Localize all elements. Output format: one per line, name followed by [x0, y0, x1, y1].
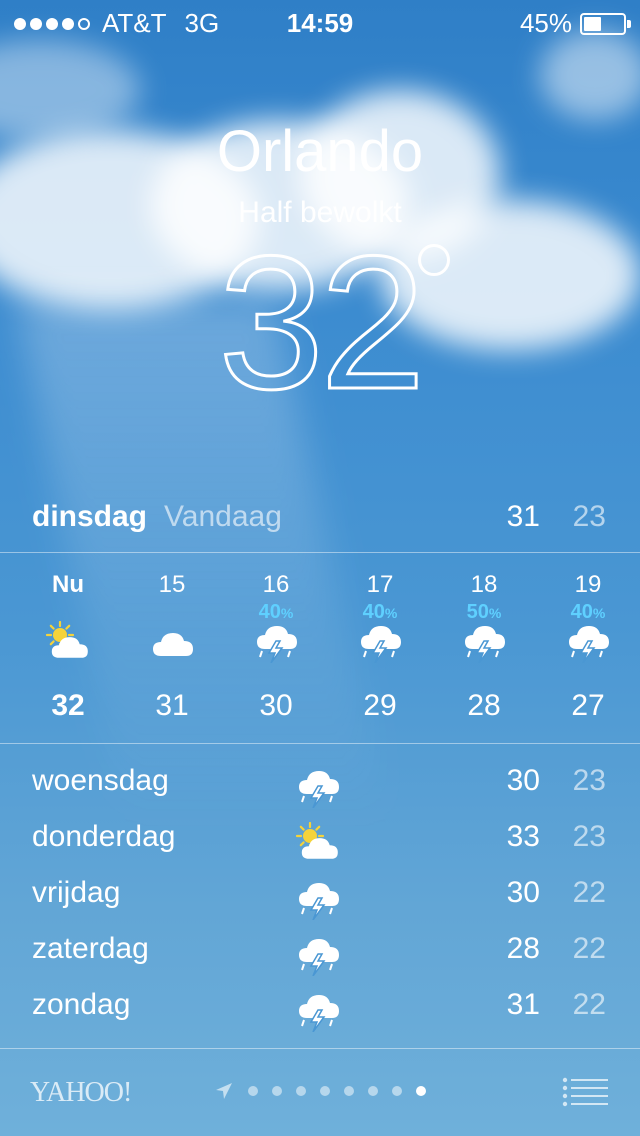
- thunderstorm-icon: [299, 883, 339, 921]
- hourly-temp: 32: [51, 689, 85, 722]
- today-summary: dinsdag Vandaag 31 23: [0, 496, 640, 552]
- page-indicator[interactable]: [214, 1081, 426, 1101]
- hourly-temp: 29: [363, 689, 397, 722]
- daily-row: zaterdag 28 22: [0, 922, 640, 978]
- hourly-time: 17: [366, 571, 394, 598]
- hourly-time: Nu: [52, 571, 84, 598]
- page-dot[interactable]: [344, 1086, 354, 1096]
- hourly-temp: 28: [467, 689, 501, 722]
- daily-row: woensdag 30 23: [0, 754, 640, 810]
- status-bar: AT&T 3G 14:59 45%: [0, 0, 640, 40]
- current-temperature: 32: [217, 217, 427, 429]
- hourly-time: 16: [262, 571, 290, 598]
- daily-row: vrijdag 30 22: [0, 866, 640, 922]
- today-label: Vandaag: [164, 500, 282, 533]
- daily-day: donderdag: [32, 820, 176, 853]
- list-icon[interactable]: [562, 1077, 608, 1107]
- sun-cloud-icon: [45, 620, 88, 658]
- daily-low: 23: [572, 764, 606, 797]
- page-dot[interactable]: [392, 1086, 402, 1096]
- daily-day: vrijdag: [32, 876, 121, 909]
- daily-high: 28: [506, 932, 540, 965]
- thunderstorm-icon: [465, 626, 505, 664]
- footer: YAHOO!: [0, 1049, 640, 1136]
- hourly-time: 15: [158, 571, 186, 598]
- page-dot[interactable]: [296, 1086, 306, 1096]
- daily-row: zondag 31 22: [0, 978, 640, 1034]
- daily-day: zaterdag: [32, 932, 149, 965]
- hourly-temp: 31: [155, 689, 189, 722]
- page-dot[interactable]: [368, 1086, 378, 1096]
- daily-high: 30: [506, 876, 540, 909]
- hourly-time: 19: [574, 571, 602, 598]
- hourly-temp: 27: [571, 689, 605, 722]
- daily-low: 22: [572, 932, 606, 965]
- page-dot[interactable]: [416, 1086, 426, 1096]
- daily-high: 31: [506, 988, 540, 1021]
- page-dot[interactable]: [248, 1086, 258, 1096]
- daily-day: zondag: [32, 988, 131, 1021]
- daily-high: 30: [506, 764, 540, 797]
- divider: [0, 743, 640, 744]
- thunderstorm-icon: [299, 995, 339, 1033]
- thunderstorm-icon: [569, 626, 609, 664]
- hourly-temp: 30: [259, 689, 293, 722]
- thunderstorm-icon: [299, 939, 339, 977]
- battery-icon: [580, 12, 631, 35]
- daily-row: donderdag 33 23: [0, 810, 640, 866]
- daily-low: 22: [572, 876, 606, 909]
- yahoo-logo[interactable]: YAHOO!: [30, 1077, 132, 1109]
- hourly-forecast[interactable]: Nu 32 15 31 16 40% 30 17 40% 29 18 50% 28 19 40% 27: [0, 553, 640, 743]
- daily-high: 33: [506, 820, 540, 853]
- degree-symbol: [418, 244, 450, 276]
- thunderstorm-icon: [257, 626, 297, 664]
- today-low: 23: [572, 500, 606, 533]
- page-dot[interactable]: [320, 1086, 330, 1096]
- battery-percent: 45%: [519, 8, 572, 38]
- sun-cloud-icon: [295, 821, 338, 859]
- daily-low: 22: [572, 988, 606, 1021]
- daily-low: 23: [572, 820, 606, 853]
- location-arrow-icon: [216, 1083, 232, 1099]
- hourly-time: 18: [470, 571, 498, 598]
- thunderstorm-icon: [361, 626, 401, 664]
- city-name: Orlando: [216, 119, 424, 184]
- today-high: 31: [506, 500, 540, 533]
- today-day: dinsdag: [32, 500, 148, 533]
- page-dot[interactable]: [272, 1086, 282, 1096]
- thunderstorm-icon: [299, 771, 339, 809]
- daily-day: woensdag: [32, 764, 169, 797]
- cloud-icon: [153, 633, 193, 656]
